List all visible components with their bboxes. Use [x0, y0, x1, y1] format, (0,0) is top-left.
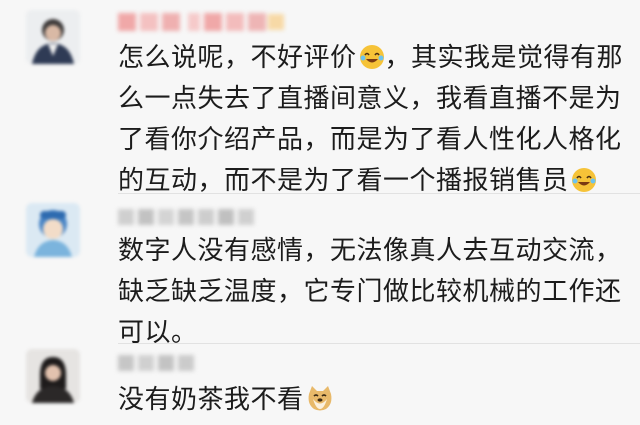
comment-text: 没有奶茶我不看: [118, 380, 626, 421]
username-blurred[interactable]: [118, 351, 200, 373]
username-blurred[interactable]: [118, 205, 268, 227]
comment-1: 怎么说呢，不好评价 ，其实我是觉得有那么一点失去了直播间意义，我看直播不是为了看你…: [0, 0, 640, 200]
username-blurred[interactable]: [118, 11, 286, 33]
comment-3: 没有奶茶我不看: [0, 345, 640, 423]
comment-text: 数字人没有感情，无法像真人去互动交流，缺乏缺乏温度，它专门做比较机械的工作还可以…: [118, 236, 622, 348]
doge-emoji-icon: [306, 384, 334, 412]
laughing-crying-emoji-icon: [359, 42, 385, 69]
avatar[interactable]: [26, 203, 80, 257]
laughing-crying-emoji-icon: [571, 165, 597, 192]
comment-text-part: 怎么说呢，不好评价: [118, 43, 357, 73]
comment-text-part: 没有奶茶我不看: [118, 385, 304, 415]
avatar[interactable]: [26, 349, 80, 403]
divider: [118, 343, 640, 344]
comment-2: 数字人没有感情，无法像真人去互动交流，缺乏缺乏温度，它专门做比较机械的工作还可以…: [0, 195, 640, 348]
comment-text: 怎么说呢，不好评价 ，其实我是觉得有那么一点失去了直播间意义，我看直播不是为了看你…: [118, 38, 626, 202]
avatar[interactable]: [26, 10, 80, 64]
divider: [118, 193, 640, 194]
